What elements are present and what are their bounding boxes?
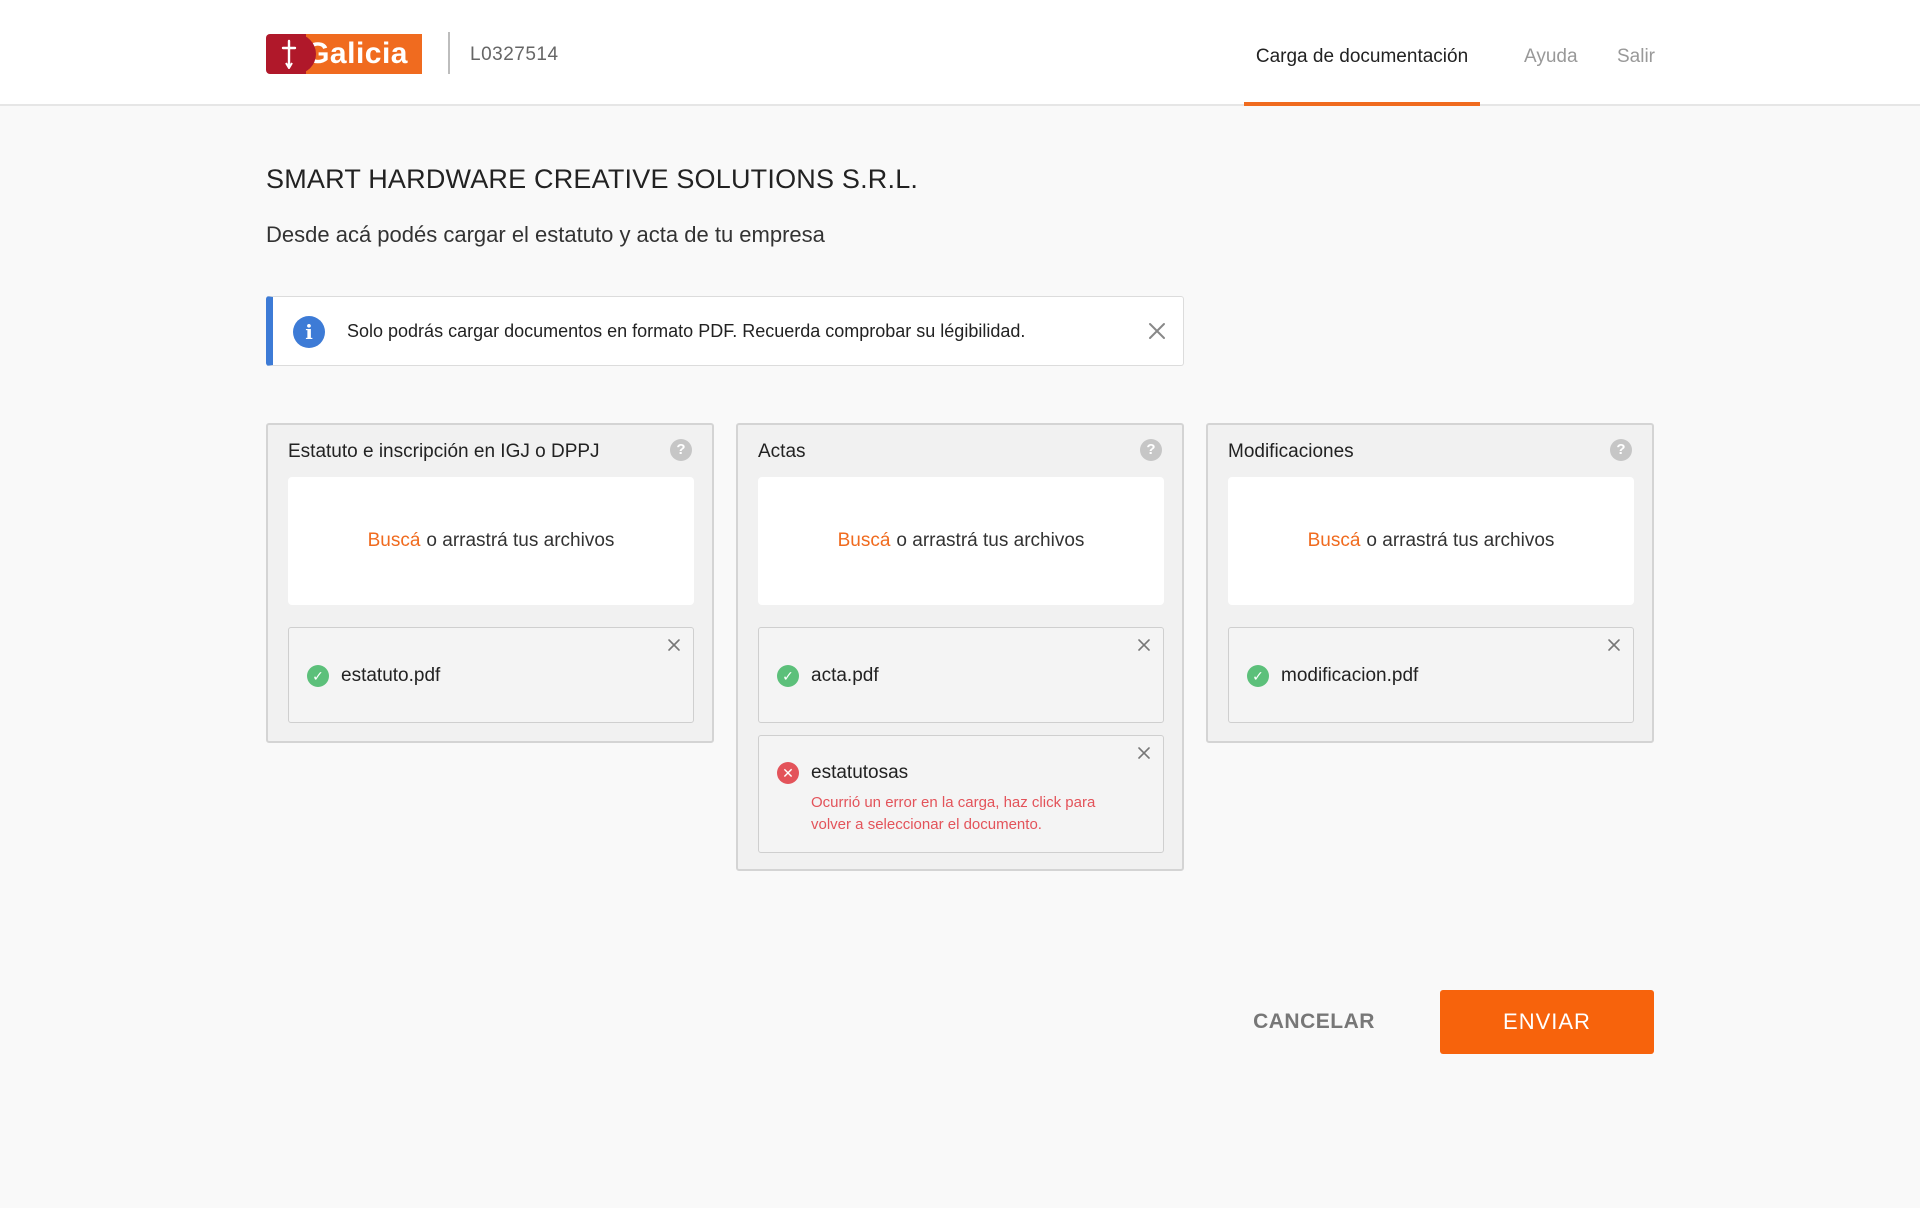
browse-link[interactable]: Buscá bbox=[838, 530, 891, 552]
dropzone[interactable]: Buscá o arrastrá tus archivos bbox=[1228, 477, 1634, 605]
file-item-error[interactable]: ✕ estatutosas Ocurrió un error en la car… bbox=[758, 735, 1164, 853]
nav-active-underline bbox=[1244, 102, 1480, 106]
browse-link[interactable]: Buscá bbox=[1308, 530, 1361, 552]
nav-carga-documentacion[interactable]: Carga de documentación bbox=[1244, 46, 1480, 68]
file-item: ✓ estatuto.pdf bbox=[288, 627, 694, 723]
cross-icon bbox=[281, 39, 297, 69]
help-icon[interactable]: ? bbox=[1610, 439, 1632, 461]
upload-card-actas: Actas ? Buscá o arrastrá tus archivos ✓ … bbox=[736, 423, 1184, 871]
file-name: acta.pdf bbox=[811, 665, 879, 686]
remove-file-icon[interactable] bbox=[1135, 744, 1153, 762]
file-item: ✓ modificacion.pdf bbox=[1228, 627, 1634, 723]
logo-text: Galicia bbox=[306, 34, 422, 74]
top-header: Galicia L0327514 Carga de documentación … bbox=[0, 0, 1920, 106]
card-title: Modificaciones bbox=[1228, 441, 1354, 462]
card-title: Estatuto e inscripción en IGJ o DPPJ bbox=[288, 441, 600, 462]
nav-ayuda[interactable]: Ayuda bbox=[1524, 46, 1578, 68]
file-name: estatutosas bbox=[811, 762, 909, 783]
dropzone[interactable]: Buscá o arrastrá tus archivos bbox=[758, 477, 1164, 605]
file-name: modificacion.pdf bbox=[1281, 665, 1419, 686]
send-button[interactable]: ENVIAR bbox=[1440, 990, 1654, 1054]
info-banner: i Solo podrás cargar documentos en forma… bbox=[266, 296, 1184, 366]
file-item: ✓ acta.pdf bbox=[758, 627, 1164, 723]
check-icon: ✓ bbox=[307, 665, 329, 687]
upload-card-modificaciones: Modificaciones ? Buscá o arrastrá tus ar… bbox=[1206, 423, 1654, 743]
page-title: SMART HARDWARE CREATIVE SOLUTIONS S.R.L. bbox=[266, 164, 919, 194]
remove-file-icon[interactable] bbox=[1135, 636, 1153, 654]
close-icon[interactable] bbox=[1145, 319, 1169, 343]
dropzone-text: o arrastrá tus archivos bbox=[1366, 530, 1555, 551]
file-name: estatuto.pdf bbox=[341, 665, 441, 686]
info-banner-text: Solo podrás cargar documentos en formato… bbox=[347, 321, 1026, 341]
page-subtitle: Desde acá podés cargar el estatuto y act… bbox=[266, 222, 825, 247]
logo-mark bbox=[266, 34, 316, 74]
remove-file-icon[interactable] bbox=[1605, 636, 1623, 654]
header-divider bbox=[448, 32, 450, 74]
browse-link[interactable]: Buscá bbox=[368, 530, 421, 552]
remove-file-icon[interactable] bbox=[665, 636, 683, 654]
dropzone-text: o arrastrá tus archivos bbox=[896, 530, 1085, 551]
dropzone-text: o arrastrá tus archivos bbox=[426, 530, 615, 551]
help-icon[interactable]: ? bbox=[670, 439, 692, 461]
check-icon: ✓ bbox=[777, 665, 799, 687]
dropzone[interactable]: Buscá o arrastrá tus archivos bbox=[288, 477, 694, 605]
help-icon[interactable]: ? bbox=[1140, 439, 1162, 461]
card-title: Actas bbox=[758, 441, 806, 462]
galicia-logo[interactable]: Galicia bbox=[266, 34, 422, 74]
error-icon: ✕ bbox=[777, 762, 799, 784]
nav-salir[interactable]: Salir bbox=[1617, 46, 1655, 68]
upload-card-estatuto: Estatuto e inscripción en IGJ o DPPJ ? B… bbox=[266, 423, 714, 743]
account-id: L0327514 bbox=[470, 44, 559, 65]
info-icon: i bbox=[293, 316, 325, 348]
file-error-message[interactable]: Ocurrió un error en la carga, haz click … bbox=[811, 792, 1131, 836]
cancel-button[interactable]: CANCELAR bbox=[1226, 990, 1402, 1054]
check-icon: ✓ bbox=[1247, 665, 1269, 687]
